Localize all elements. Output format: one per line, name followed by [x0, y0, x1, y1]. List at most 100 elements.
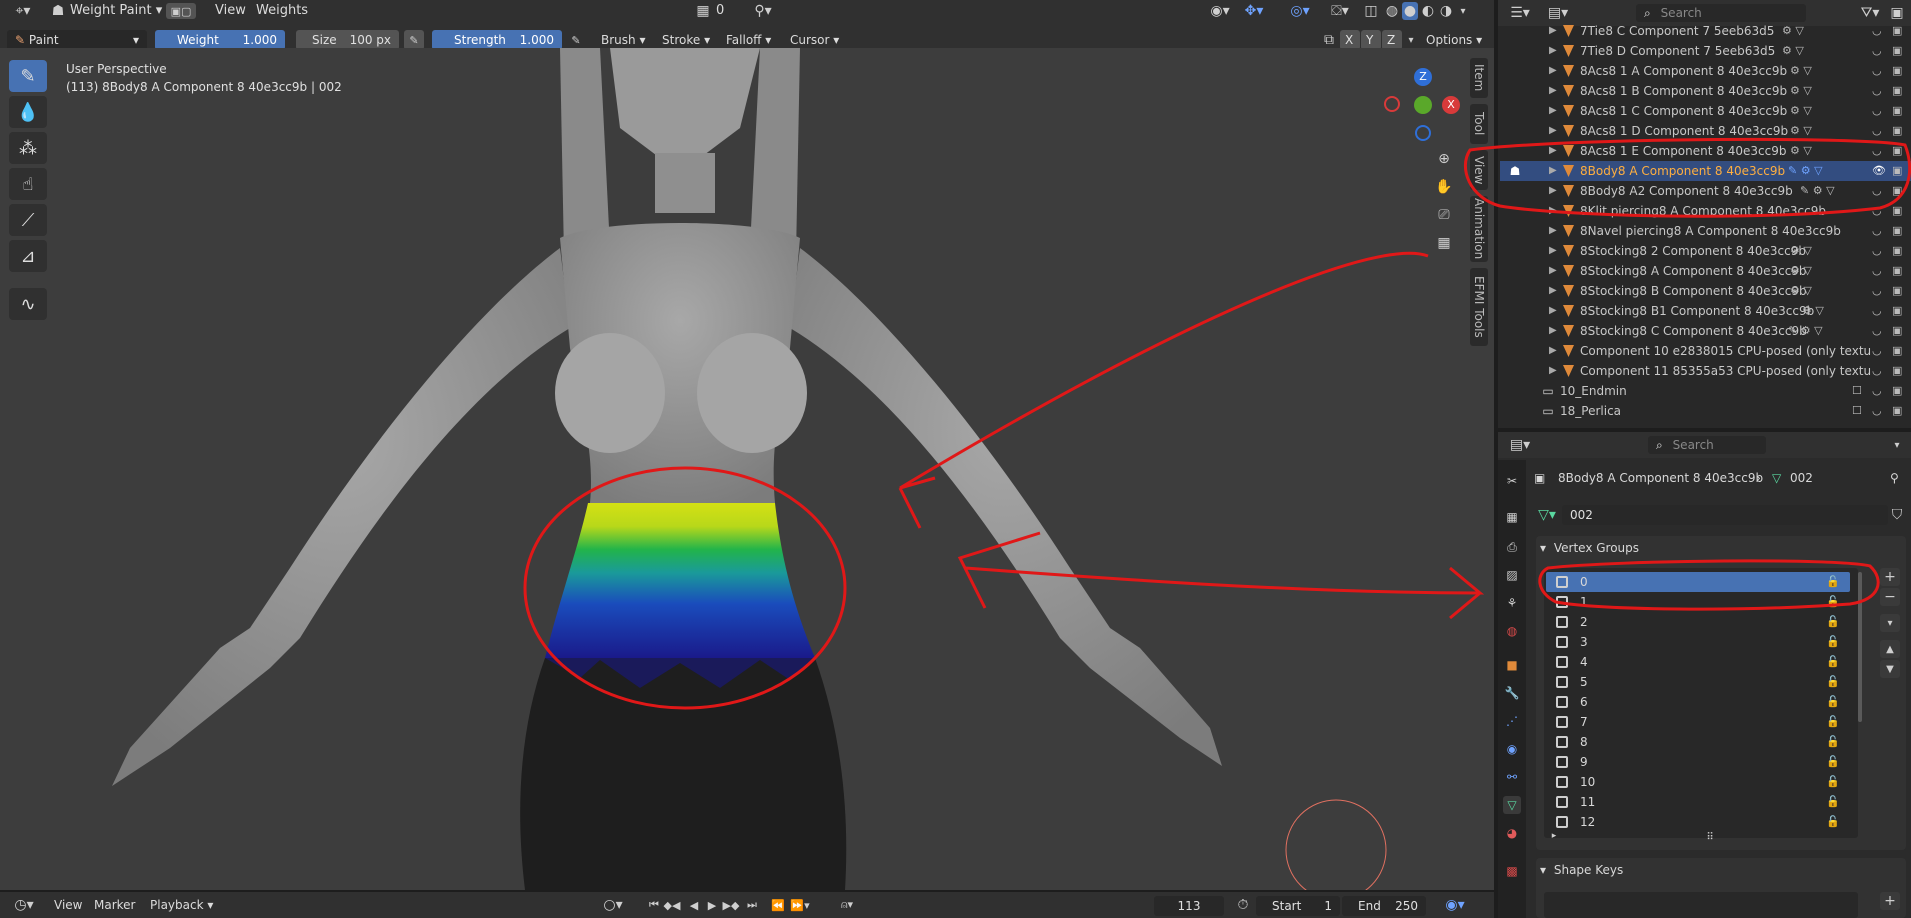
jump-end-icon[interactable]: ⏭	[744, 896, 760, 914]
lock-icon[interactable]: 🔓	[1826, 712, 1840, 732]
group-specials-icon[interactable]: ▾	[1880, 614, 1900, 632]
expand-icon[interactable]: ▶	[1549, 361, 1557, 381]
camera-render-icon[interactable]: ▣	[1892, 81, 1902, 101]
expand-icon[interactable]: ▶	[1549, 41, 1557, 61]
outliner-editor-icon[interactable]: ☰▾	[1506, 4, 1534, 22]
view-menu[interactable]: View	[215, 1, 246, 21]
shape-keys-header[interactable]: ▾ Shape Keys	[1540, 860, 1623, 880]
mirror-y-toggle[interactable]: Y	[1361, 30, 1381, 50]
jump-start-icon[interactable]: ⏮	[646, 896, 662, 914]
outliner-row[interactable]: ▶ 8Klit piercing8 A Component 8 40e3cc9b ◡…	[1500, 201, 1911, 221]
add-shape-key-icon[interactable]: +	[1880, 892, 1900, 910]
draw-brush-tool[interactable]: ✎	[9, 60, 47, 92]
step-fwd-icon[interactable]: ⏩▾	[788, 896, 812, 914]
eye-icon[interactable]: ◡	[1872, 301, 1882, 321]
eye-icon[interactable]: ◡	[1872, 141, 1882, 161]
expand-icon[interactable]: ▶	[1549, 221, 1557, 241]
lock-icon[interactable]: 🔓	[1826, 692, 1840, 712]
camera-render-icon[interactable]: ▣	[1892, 381, 1902, 401]
vertex-group-item[interactable]: 3 🔓	[1546, 632, 1850, 652]
brush-menu[interactable]: Brush ▾	[601, 30, 645, 50]
lock-icon[interactable]: 🔓	[1826, 792, 1840, 812]
brush-select[interactable]: ✎ Paint ▾	[7, 30, 147, 50]
move-up-icon[interactable]: ▲	[1880, 640, 1900, 658]
camera-render-icon[interactable]: ▣	[1892, 301, 1902, 321]
eye-icon[interactable]: ◡	[1872, 221, 1882, 241]
display-mode-icon[interactable]: ▤▾	[1544, 4, 1572, 22]
strength-pressure-icon[interactable]: ✎	[567, 30, 585, 50]
vertex-group-item[interactable]: 7 🔓	[1546, 712, 1850, 732]
mode-select[interactable]: Weight Paint ▾	[70, 1, 162, 21]
outliner-row[interactable]: ▶ 8Stocking8 B Component 8 40e3cc9b ⚙ ▽ ◡ ▣	[1500, 281, 1911, 301]
eye-icon[interactable]: ◡	[1872, 241, 1882, 261]
camera-render-icon[interactable]: ▣	[1892, 121, 1902, 141]
overlay-toggle-icon[interactable]: ◎▾	[1286, 2, 1314, 20]
pan-hand-icon[interactable]: ✋	[1433, 176, 1455, 198]
end-frame-field[interactable]: End 250	[1342, 896, 1426, 916]
properties-options-icon[interactable]: ▾	[1888, 436, 1906, 454]
output-tab-icon[interactable]: ⎙	[1503, 538, 1521, 556]
expand-icon[interactable]: ▶	[1549, 141, 1557, 161]
eye-icon[interactable]: ◡	[1872, 361, 1882, 381]
filter-icon[interactable]: ⛛▾	[1856, 4, 1884, 22]
camera-render-icon[interactable]: ▣	[1892, 181, 1902, 201]
lock-icon[interactable]: 🔓	[1826, 812, 1840, 832]
camera-render-icon[interactable]: ▣	[1892, 221, 1902, 241]
camera-render-icon[interactable]: ▣	[1892, 261, 1902, 281]
eye-icon[interactable]: ◡	[1872, 381, 1882, 401]
outliner-search[interactable]: ⌕ Search	[1636, 4, 1806, 22]
vertex-group-item[interactable]: 11 🔓	[1546, 792, 1850, 812]
blur-tool[interactable]: 💧	[9, 96, 47, 128]
camera-render-icon[interactable]: ▣	[1892, 401, 1902, 421]
size-slider[interactable]: Size 100 px	[296, 30, 399, 50]
weight-slider[interactable]: Weight 1.000	[155, 30, 285, 50]
outliner-row[interactable]: ▶ Component 11 85355a53 CPU-posed (only t…	[1500, 361, 1911, 381]
eye-icon[interactable]: ◡	[1872, 341, 1882, 361]
tool-tab-icon[interactable]: ✂	[1503, 472, 1521, 490]
vertex-group-item[interactable]: 4 🔓	[1546, 652, 1850, 672]
eye-icon[interactable]: ◡	[1872, 321, 1882, 341]
timeline-view-menu[interactable]: View	[54, 895, 82, 915]
eye-icon[interactable]: ◡	[1872, 401, 1882, 421]
eye-icon[interactable]: ◡	[1872, 21, 1882, 41]
options-menu[interactable]: Options ▾	[1426, 30, 1482, 50]
falloff-menu[interactable]: Falloff ▾	[726, 30, 771, 50]
modifier-tab-icon[interactable]: 🔧	[1503, 684, 1521, 702]
vertex-group-item[interactable]: 5 🔓	[1546, 672, 1850, 692]
tab-tool[interactable]: Tool	[1470, 104, 1488, 144]
eye-icon[interactable]: ◡	[1872, 281, 1882, 301]
shading-rendered-icon[interactable]: ◑	[1438, 2, 1454, 20]
vertex-group-item[interactable]: 8 🔓	[1546, 732, 1850, 752]
eye-icon[interactable]: ◡	[1872, 41, 1882, 61]
expand-icon[interactable]: ▶	[1549, 21, 1557, 41]
shading-options-icon[interactable]: ▾	[1456, 2, 1470, 20]
grid-projection-icon[interactable]: ▦	[1433, 232, 1455, 254]
auto-key-icon[interactable]: ⍝▾	[832, 896, 862, 914]
outliner-row[interactable]: ▶ 7Tie8 D Component 7 5eeb63d5 ⚙ ▽ ◡ ▣	[1500, 41, 1911, 61]
xray-toggle-icon[interactable]: ▣▢	[166, 3, 196, 19]
pressure-icon[interactable]: ✎	[404, 30, 424, 50]
weights-menu[interactable]: Weights	[256, 1, 308, 21]
gizmo-neg-x-axis[interactable]	[1384, 96, 1400, 112]
expand-icon[interactable]: ▶	[1549, 161, 1557, 181]
lock-icon[interactable]: 🔓	[1826, 732, 1840, 752]
eye-icon[interactable]: 👁	[1872, 161, 1886, 181]
outliner-row[interactable]: ▶ Component 10 e2838015 CPU-posed (only t…	[1500, 341, 1911, 361]
tab-efmi-tools[interactable]: EFMI Tools	[1470, 268, 1488, 346]
properties-editor-icon[interactable]: ▤▾	[1506, 436, 1534, 454]
options-dropdown-icon[interactable]: ▾	[1404, 30, 1418, 50]
keyframe-toggle-icon[interactable]: ○▾	[598, 896, 628, 914]
gizmo-y-axis[interactable]	[1414, 96, 1432, 114]
list-scrollbar[interactable]	[1858, 572, 1862, 722]
timeline-playback-menu[interactable]: Playback ▾	[150, 895, 213, 915]
stopwatch-icon[interactable]: ⏱	[1234, 896, 1252, 914]
zoom-icon[interactable]: ⊕	[1433, 148, 1455, 170]
tab-animation[interactable]: Animation	[1470, 196, 1488, 262]
scene-tab-icon[interactable]: ⚘	[1503, 594, 1521, 612]
viewport-3d[interactable]: User Perspective (113) 8Body8 A Componen…	[0, 48, 1494, 890]
list-filter-icon[interactable]: ▸	[1548, 830, 1560, 842]
camera-render-icon[interactable]: ▣	[1892, 41, 1902, 61]
checkbox-icon[interactable]: ☐	[1852, 401, 1862, 421]
lock-icon[interactable]: 🔓	[1826, 772, 1840, 792]
outliner-row[interactable]: ▶ 8Acs8 1 D Component 8 40e3cc9b ⚙ ▽ ◡ ▣	[1500, 121, 1911, 141]
